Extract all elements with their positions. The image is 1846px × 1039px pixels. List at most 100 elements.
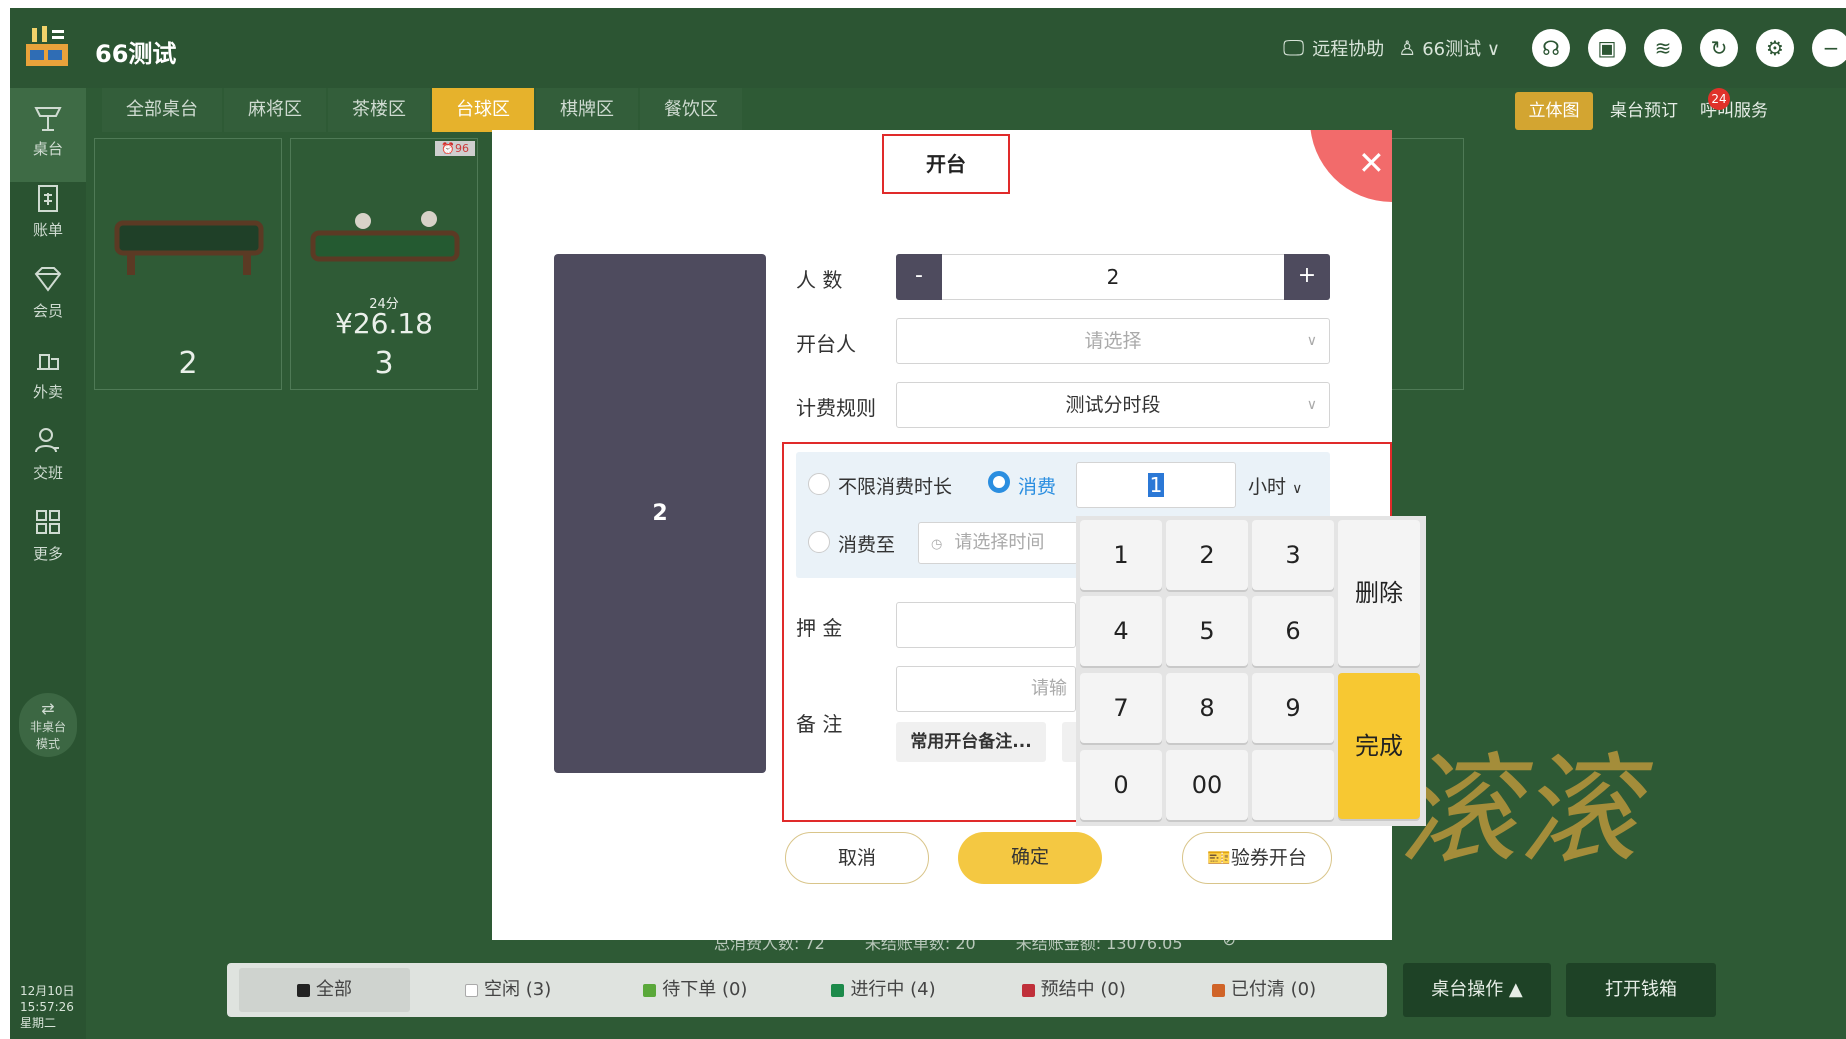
confirm-button[interactable]: 确定 <box>958 832 1102 884</box>
3d-view-button[interactable]: 立体图 <box>1515 92 1593 130</box>
filter-in-progress[interactable]: 进行中 (4) <box>831 968 959 1012</box>
tab-all-tables[interactable]: 全部桌台 <box>102 88 222 132</box>
common-remark-chip[interactable]: 常用开台备注... <box>896 722 1046 762</box>
sidebar-item-bills[interactable]: 账单 <box>10 169 86 263</box>
key-1[interactable]: 1 <box>1080 520 1162 590</box>
weekday-text: 星期二 <box>20 1016 57 1030</box>
tab-dining[interactable]: 餐饮区 <box>640 88 742 132</box>
key-0[interactable]: 0 <box>1080 750 1162 820</box>
key-delete[interactable]: 删除 <box>1338 520 1420 666</box>
alarm-badge: ⏰96 <box>435 141 475 156</box>
table-number: 3 <box>374 346 394 381</box>
headset-icon[interactable]: ☊ <box>1532 29 1570 67</box>
status-swatch <box>643 983 657 997</box>
app-root: 66测试 🖵 远程协助 ♙ 66测试 ∨ ☊ ▣ ≋ ↻ ⚙ − 桌台 账单 会… <box>10 8 1846 1039</box>
sidebar-item-members[interactable]: 会员 <box>10 250 86 344</box>
wifi-icon[interactable]: ≋ <box>1644 29 1682 67</box>
key-4[interactable]: 4 <box>1080 596 1162 666</box>
hours-input[interactable]: 1 <box>1076 462 1236 508</box>
hours-unit-select[interactable]: 小时 ∨ <box>1248 472 1302 499</box>
consume-radio[interactable] <box>988 471 1010 493</box>
sidebar-item-more[interactable]: 更多 <box>10 493 86 587</box>
display-icon[interactable]: ▣ <box>1588 29 1626 67</box>
user-icon: ♙ <box>1398 36 1417 60</box>
sidebar-item-label: 更多 <box>32 545 63 563</box>
user-menu[interactable]: 66测试 ∨ <box>1422 35 1500 61</box>
filter-all[interactable]: 全部 <box>239 968 410 1012</box>
filter-label: 待下单 (0) <box>662 979 748 1000</box>
key-5[interactable]: 5 <box>1166 596 1248 666</box>
settings-icon[interactable]: ⚙ <box>1756 29 1794 67</box>
swap-icon: ⇄ <box>41 699 55 718</box>
sidebar-item-tables[interactable]: 桌台 <box>10 88 86 182</box>
datetime-display: 12月10日 15:57:26 星期二 <box>20 983 75 1031</box>
non-table-mode-button[interactable]: ⇄ 非桌台 模式 <box>19 693 77 757</box>
key-6[interactable]: 6 <box>1252 596 1334 666</box>
time-picker[interactable]: ◷ 请选择时间 <box>918 522 1078 564</box>
billing-rule-label: 计费规则 <box>796 396 876 420</box>
billing-rule-select[interactable]: 测试分时段 ∨ <box>896 382 1330 428</box>
remote-assist-link[interactable]: 远程协助 <box>1312 35 1384 61</box>
unlimited-label[interactable]: 不限消费时长 <box>838 472 952 499</box>
delivery-icon <box>37 354 59 370</box>
key-blank[interactable] <box>1252 750 1334 820</box>
time-placeholder: 请选择时间 <box>954 532 1045 553</box>
hours-unit: 小时 <box>1248 476 1287 498</box>
people-value[interactable]: 2 <box>943 255 1283 299</box>
mode-label-1: 非桌台 <box>29 720 66 734</box>
deposit-input[interactable] <box>896 602 1076 648</box>
coupon-label: 验券开台 <box>1230 847 1307 869</box>
table-price: ¥26.18 <box>335 307 433 340</box>
tab-teahouse[interactable]: 茶楼区 <box>328 88 430 132</box>
filter-pre-settle[interactable]: 预结中 (0) <box>1021 968 1150 1012</box>
grid-icon <box>36 510 60 534</box>
table-card[interactable]: ⏰96 24分 ¥26.18 3 <box>290 138 478 390</box>
mode-label-2: 模式 <box>35 737 60 751</box>
cancel-button[interactable]: 取消 <box>785 832 929 884</box>
monitor-icon[interactable]: 🖵 <box>1283 36 1304 61</box>
remark-input[interactable]: 请输 <box>896 666 1076 712</box>
user-switch-icon <box>35 428 59 453</box>
unlimited-radio[interactable] <box>808 473 830 495</box>
increment-button[interactable]: + <box>1284 254 1330 300</box>
open-drawer-button[interactable]: 打开钱箱 <box>1566 963 1716 1017</box>
status-swatch <box>465 983 478 997</box>
close-icon[interactable]: ✕ <box>1358 144 1385 182</box>
key-7[interactable]: 7 <box>1080 673 1162 743</box>
key-3[interactable]: 3 <box>1252 520 1334 590</box>
until-radio[interactable] <box>808 531 830 553</box>
decrement-button[interactable]: - <box>896 254 942 300</box>
remark-placeholder: 请输 <box>1031 678 1067 699</box>
sidebar-item-label: 账单 <box>32 221 63 239</box>
sidebar-item-label: 会员 <box>32 302 63 320</box>
filter-label: 进行中 (4) <box>850 979 936 1000</box>
key-8[interactable]: 8 <box>1166 673 1248 743</box>
filter-idle[interactable]: 空闲 (3) <box>465 968 575 1012</box>
consume-label[interactable]: 消费 <box>1018 472 1056 499</box>
key-2[interactable]: 2 <box>1166 520 1248 590</box>
minimize-icon[interactable]: − <box>1812 29 1846 67</box>
sidebar-item-label: 桌台 <box>32 140 63 158</box>
tab-mahjong[interactable]: 麻将区 <box>224 88 326 132</box>
filter-paid[interactable]: 已付清 (0) <box>1211 968 1340 1012</box>
dialog-title: 开台 <box>882 134 1010 194</box>
app-title: 66测试 <box>95 40 177 68</box>
refresh-icon[interactable]: ↻ <box>1700 29 1738 67</box>
sidebar-item-shift[interactable]: 交班 <box>10 412 86 506</box>
coupon-open-button[interactable]: 🎫验券开台 <box>1182 832 1332 884</box>
filter-pending[interactable]: 待下单 (0) <box>643 968 771 1012</box>
tab-chess[interactable]: 棋牌区 <box>536 88 638 132</box>
status-swatch <box>1211 983 1225 997</box>
opener-select[interactable]: 请选择 ∨ <box>896 318 1330 364</box>
reserve-button[interactable]: 桌台预订 <box>1610 92 1678 130</box>
key-done[interactable]: 完成 <box>1338 673 1420 819</box>
tab-billiards[interactable]: 台球区 <box>432 88 534 132</box>
table-card[interactable]: 2 <box>94 138 282 390</box>
clock-icon: ◷ <box>931 537 943 552</box>
key-9[interactable]: 9 <box>1252 673 1334 743</box>
table-ops-button[interactable]: 桌台操作 ▲ <box>1403 963 1551 1017</box>
until-label[interactable]: 消费至 <box>838 530 895 557</box>
sidebar-item-takeout[interactable]: 外卖 <box>10 331 86 425</box>
key-00[interactable]: 00 <box>1166 750 1248 820</box>
reserve-count-badge: 24 <box>1708 88 1730 110</box>
